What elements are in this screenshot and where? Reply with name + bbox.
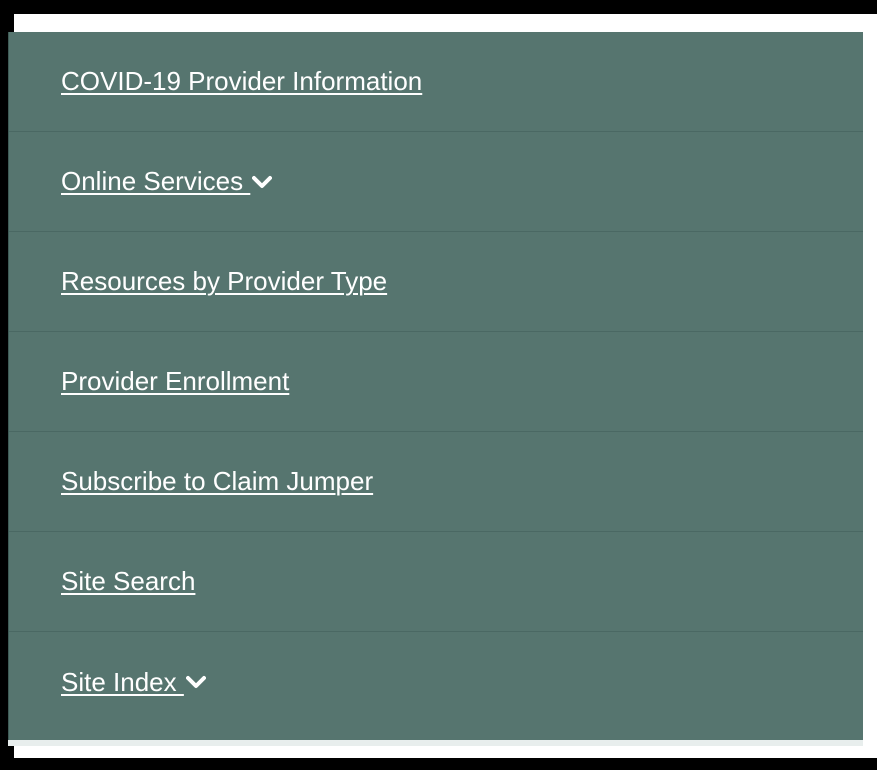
covid-19-provider-information-link[interactable]: COVID-19 Provider Information <box>61 66 422 97</box>
menu-item-online-services[interactable]: Online Services <box>9 132 863 232</box>
subscribe-to-claim-jumper-link[interactable]: Subscribe to Claim Jumper <box>61 466 373 497</box>
menu-item-resources-by-provider-type[interactable]: Resources by Provider Type <box>9 232 863 332</box>
online-services-link[interactable]: Online Services <box>61 166 250 197</box>
menu-item-provider-enrollment[interactable]: Provider Enrollment <box>9 332 863 432</box>
site-index-link[interactable]: Site Index <box>61 667 184 698</box>
navigation-menu: COVID-19 Provider Information Online Ser… <box>8 32 863 740</box>
provider-enrollment-link[interactable]: Provider Enrollment <box>61 366 289 397</box>
site-search-link[interactable]: Site Search <box>61 566 195 597</box>
menu-item-subscribe-to-claim-jumper[interactable]: Subscribe to Claim Jumper <box>9 432 863 532</box>
chevron-down-icon[interactable] <box>185 675 206 689</box>
resources-by-provider-type-link[interactable]: Resources by Provider Type <box>61 266 387 297</box>
chevron-down-icon[interactable] <box>252 175 273 189</box>
menu-item-site-search[interactable]: Site Search <box>9 532 863 632</box>
menu-item-site-index[interactable]: Site Index <box>9 632 863 732</box>
menu-bottom-edge <box>8 740 863 746</box>
menu-item-covid-19-provider-information[interactable]: COVID-19 Provider Information <box>9 32 863 132</box>
